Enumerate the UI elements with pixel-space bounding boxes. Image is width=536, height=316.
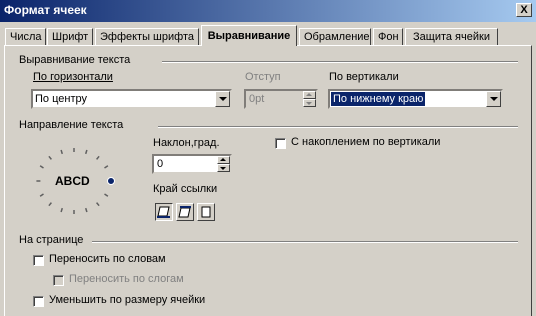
- tab-font[interactable]: Шрифт: [47, 28, 93, 45]
- section-title-direction: Направление текста: [19, 119, 128, 131]
- stacked-label: С накоплением по вертикали: [291, 136, 441, 148]
- spin-down-icon[interactable]: [303, 99, 316, 107]
- reference-edge-label: Край ссылки: [153, 183, 218, 195]
- section-divider: [158, 126, 518, 128]
- dial-preview-text: ABCD: [55, 174, 90, 188]
- window-title: Формат ячеек: [4, 3, 87, 17]
- chevron-down-icon[interactable]: [486, 91, 501, 107]
- horizontal-label: По горизонтали: [33, 71, 113, 83]
- hyphenation-label: Переносить по слогам: [69, 273, 184, 285]
- indent-spinner[interactable]: 0pt: [244, 89, 318, 109]
- section-title-on-page: На странице: [19, 234, 88, 246]
- angle-spinner[interactable]: 0: [152, 154, 232, 174]
- edge-inside-button[interactable]: [197, 203, 215, 221]
- vertical-value: По нижнему краю: [331, 92, 426, 106]
- vertical-select[interactable]: По нижнему краю: [328, 89, 503, 109]
- spin-down-icon[interactable]: [217, 164, 230, 172]
- indent-label: Отступ: [245, 71, 281, 83]
- indent-value: 0pt: [249, 93, 265, 105]
- section-divider: [92, 241, 518, 243]
- rotation-dial[interactable]: ABCD: [28, 142, 120, 220]
- horizontal-select[interactable]: По центру: [31, 89, 232, 109]
- edge-top-icon: [178, 206, 191, 218]
- edge-bottom-button[interactable]: [155, 203, 173, 221]
- angle-label: Наклон,град.: [153, 137, 220, 149]
- angle-value: 0: [157, 158, 164, 170]
- tab-background[interactable]: Фон: [373, 28, 403, 45]
- wrap-label: Переносить по словам: [49, 253, 166, 265]
- close-button[interactable]: X: [516, 3, 532, 17]
- stacked-checkbox[interactable]: [275, 138, 286, 149]
- vertical-label: По вертикали: [329, 71, 399, 83]
- chevron-down-icon[interactable]: [215, 91, 230, 107]
- tab-alignment[interactable]: Выравнивание: [201, 25, 297, 46]
- section-title-alignment: Выравнивание текста: [19, 54, 135, 66]
- edge-top-button[interactable]: [176, 203, 194, 221]
- horizontal-value: По центру: [35, 93, 87, 105]
- wrap-checkbox[interactable]: [33, 255, 44, 266]
- title-bar: Формат ячеек X: [0, 0, 536, 22]
- tab-borders[interactable]: Обрамление: [299, 28, 371, 45]
- edge-inside-icon: [201, 206, 211, 218]
- dial-knob[interactable]: [107, 177, 115, 185]
- hyphenation-checkbox[interactable]: [53, 275, 64, 286]
- shrink-label: Уменьшить по размеру ячейки: [49, 294, 206, 306]
- spin-up-icon[interactable]: [217, 156, 230, 164]
- tab-font-effects[interactable]: Эффекты шрифта: [95, 28, 199, 45]
- section-divider: [162, 61, 518, 63]
- tab-numbers[interactable]: Числа: [5, 28, 46, 45]
- spin-up-icon[interactable]: [303, 91, 316, 99]
- shrink-checkbox[interactable]: [33, 296, 44, 307]
- tab-cell-protection[interactable]: Защита ячейки: [405, 28, 498, 45]
- edge-bottom-icon: [157, 206, 170, 218]
